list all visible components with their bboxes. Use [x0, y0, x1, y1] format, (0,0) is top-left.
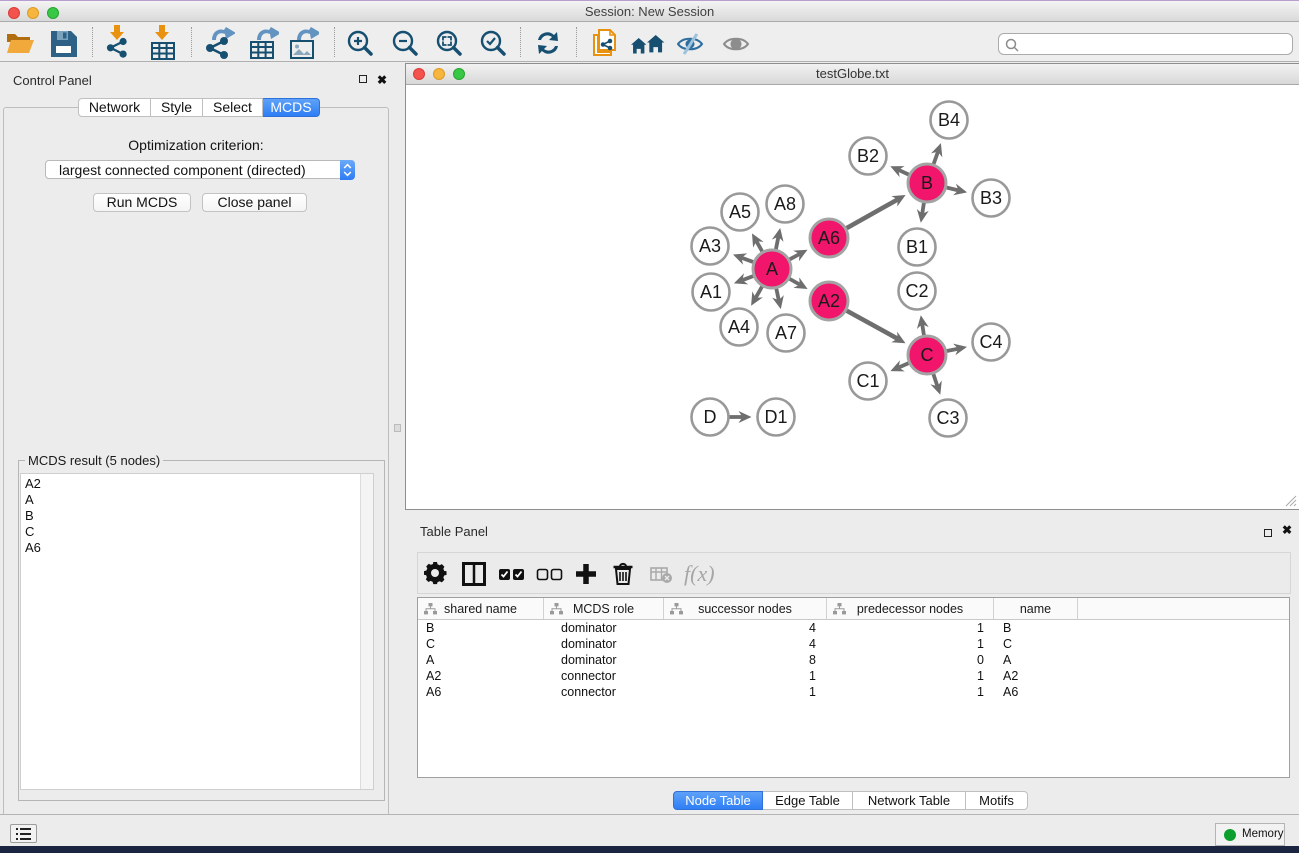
svg-text:A: A — [766, 259, 778, 279]
svg-text:A3: A3 — [699, 236, 721, 256]
svg-text:D: D — [704, 407, 717, 427]
svg-text:B3: B3 — [980, 188, 1002, 208]
svg-text:C3: C3 — [936, 408, 959, 428]
svg-text:C1: C1 — [856, 371, 879, 391]
svg-text:B4: B4 — [938, 110, 960, 130]
svg-text:C: C — [921, 345, 934, 365]
svg-text:A6: A6 — [818, 228, 840, 248]
svg-text:B1: B1 — [906, 237, 928, 257]
svg-text:C4: C4 — [979, 332, 1002, 352]
svg-text:A8: A8 — [774, 194, 796, 214]
svg-text:A2: A2 — [818, 291, 840, 311]
svg-text:B: B — [921, 173, 933, 193]
svg-text:A5: A5 — [729, 202, 751, 222]
svg-text:A1: A1 — [700, 282, 722, 302]
svg-text:C2: C2 — [905, 281, 928, 301]
svg-text:A4: A4 — [728, 317, 750, 337]
svg-text:D1: D1 — [764, 407, 787, 427]
svg-text:A7: A7 — [775, 323, 797, 343]
svg-text:B2: B2 — [857, 146, 879, 166]
